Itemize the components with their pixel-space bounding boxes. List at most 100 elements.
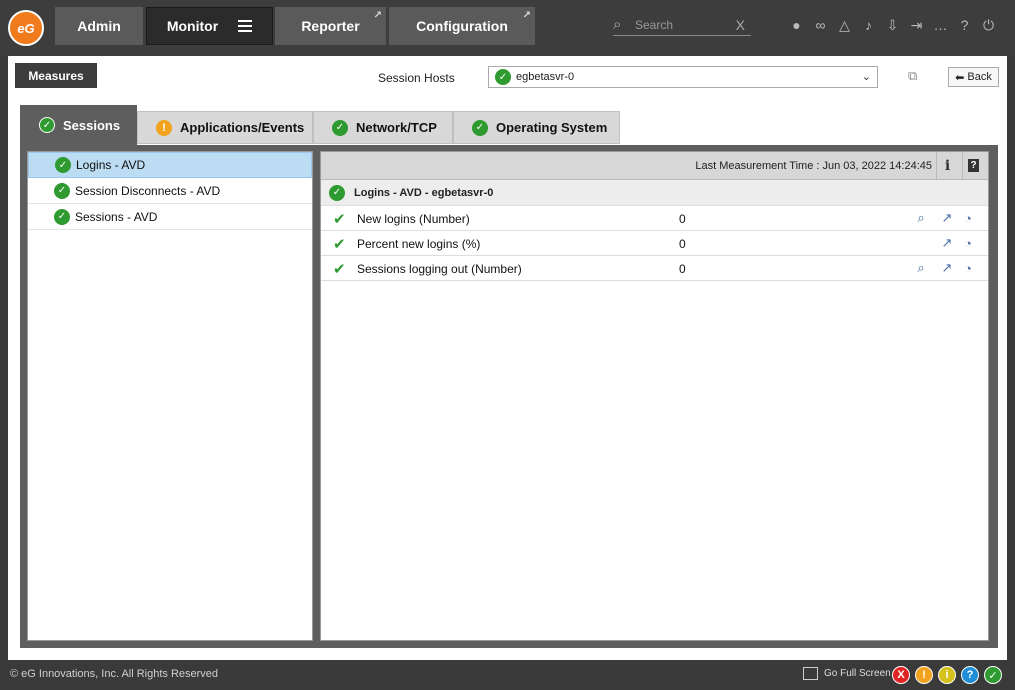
test-item-logins-avd[interactable]: ✓ Logins - AVD bbox=[28, 152, 312, 178]
ok-status-icon: ✓ bbox=[55, 157, 71, 173]
back-arrow-icon: ⬅ bbox=[955, 71, 965, 84]
session-hosts-label: Session Hosts bbox=[378, 71, 455, 85]
sign-in-icon[interactable]: ⇥ bbox=[908, 15, 925, 35]
more-icon[interactable]: … bbox=[932, 15, 949, 35]
measurement-group-header: ✓ Logins - AVD - egbetasvr-0 bbox=[321, 180, 988, 206]
alerts-icon[interactable]: △ bbox=[836, 15, 853, 35]
nav-tab-reporter[interactable]: Reporter ↗ bbox=[275, 7, 386, 45]
history-icon[interactable]: ◔ bbox=[960, 235, 976, 251]
tab-sessions-label: Sessions bbox=[63, 117, 121, 133]
nav-tab-configuration-label: Configuration bbox=[416, 18, 508, 34]
alarm-status-icons: X ! i ? ✓ bbox=[892, 666, 1002, 684]
measure-graph-icon[interactable]: ↗ bbox=[939, 210, 955, 226]
ok-status-icon: ✓ bbox=[332, 119, 348, 136]
critical-alarm-icon[interactable]: X bbox=[892, 666, 910, 684]
user-icon[interactable]: ● bbox=[788, 15, 805, 35]
test-item-session-disconnects-avd[interactable]: ✓ Session Disconnects - AVD bbox=[28, 178, 312, 204]
ok-status-icon: ✓ bbox=[54, 208, 70, 225]
measurement-group-title: Logins - AVD - egbetasvr-0 bbox=[354, 186, 494, 199]
help-icon[interactable]: ? bbox=[956, 15, 973, 35]
session-hosts-select[interactable]: ✓ egbetasvr-0 ⌄ bbox=[488, 66, 878, 88]
ok-status-icon: ✓ bbox=[329, 184, 345, 201]
search-input[interactable]: Search bbox=[631, 18, 736, 32]
ok-status-icon: ✓ bbox=[472, 119, 488, 136]
tab-operating-system[interactable]: ✓ Operating System bbox=[453, 111, 620, 144]
measure-graph-icon[interactable]: ↗ bbox=[939, 235, 955, 251]
tab-applications-events[interactable]: ! Applications/Events bbox=[137, 111, 313, 144]
measurement-value: 0 bbox=[679, 262, 686, 276]
help-icon-glyph: ? bbox=[968, 159, 979, 172]
bell-icon[interactable]: ♪ bbox=[860, 15, 877, 35]
footer: © eG Innovations, Inc. All Rights Reserv… bbox=[0, 660, 1015, 690]
tab-network-tcp[interactable]: ✓ Network/TCP bbox=[313, 111, 453, 144]
tab-sessions[interactable]: ✓ Sessions bbox=[20, 105, 137, 145]
tab-operating-system-label: Operating System bbox=[496, 120, 608, 135]
export-icon[interactable]: ⧉ bbox=[908, 68, 926, 86]
test-item-label: Sessions - AVD bbox=[75, 209, 158, 224]
test-item-sessions-avd[interactable]: ✓ Sessions - AVD bbox=[28, 204, 312, 230]
search-box[interactable]: ⌕ Search X bbox=[613, 14, 751, 36]
check-icon: ✔ bbox=[333, 236, 346, 253]
measurement-row: ✔ New logins (Number) 0 ⌕ ↗ ◔ bbox=[321, 206, 988, 231]
major-alarm-icon[interactable]: ! bbox=[915, 666, 933, 684]
top-navigation: eG Admin Monitor Reporter ↗ Configuratio… bbox=[0, 0, 1015, 56]
power-icon[interactable]: ⏻ bbox=[980, 15, 997, 35]
detailed-diagnosis-icon[interactable]: ⌕ bbox=[913, 260, 929, 276]
clear-search-icon[interactable]: X bbox=[736, 17, 751, 33]
download-icon[interactable]: ⇩ bbox=[884, 15, 901, 35]
ok-status-icon: ✓ bbox=[39, 117, 55, 133]
history-icon[interactable]: ◔ bbox=[960, 210, 976, 226]
main-content: Measures Session Hosts ✓ egbetasvr-0 ⌄ ⧉… bbox=[8, 56, 1007, 660]
fullscreen-label: Go Full Screen bbox=[824, 668, 891, 679]
measurements-pane: Last Measurement Time : Jun 03, 2022 14:… bbox=[320, 151, 989, 641]
tab-network-tcp-label: Network/TCP bbox=[356, 120, 437, 135]
back-label: Back bbox=[967, 71, 992, 83]
measurement-name: New logins (Number) bbox=[357, 212, 470, 226]
nav-tab-configuration[interactable]: Configuration ↗ bbox=[389, 7, 535, 45]
nav-tab-admin-label: Admin bbox=[77, 18, 121, 34]
back-button[interactable]: ⬅ Back bbox=[948, 67, 999, 87]
warning-status-icon: ! bbox=[156, 119, 172, 136]
tab-applications-events-label: Applications/Events bbox=[180, 120, 305, 135]
measure-graph-icon[interactable]: ↗ bbox=[939, 260, 955, 276]
unknown-alarm-icon[interactable]: ? bbox=[961, 666, 979, 684]
link-icon[interactable]: ∞ bbox=[812, 15, 829, 35]
detailed-diagnosis-icon[interactable]: ⌕ bbox=[913, 210, 929, 226]
normal-alarm-icon[interactable]: ✓ bbox=[984, 666, 1002, 684]
measurement-value: 0 bbox=[679, 212, 686, 226]
external-link-icon: ↗ bbox=[373, 10, 382, 21]
ok-status-icon: ✓ bbox=[54, 182, 70, 199]
minor-alarm-icon[interactable]: i bbox=[938, 666, 956, 684]
nav-tab-reporter-label: Reporter bbox=[301, 18, 360, 34]
menu-icon[interactable] bbox=[238, 20, 253, 32]
last-measurement-time: Last Measurement Time : Jun 03, 2022 14:… bbox=[695, 160, 932, 172]
history-icon[interactable]: ◔ bbox=[960, 260, 976, 276]
copyright: © eG Innovations, Inc. All Rights Reserv… bbox=[10, 668, 219, 680]
ok-status-icon: ✓ bbox=[495, 69, 511, 85]
go-full-screen-button[interactable]: Go Full Screen bbox=[803, 667, 891, 680]
check-icon: ✔ bbox=[333, 261, 346, 278]
check-icon: ✔ bbox=[333, 211, 346, 228]
measurement-row: ✔ Percent new logins (%) 0 ↗ ◔ bbox=[321, 231, 988, 256]
measurement-name: Sessions logging out (Number) bbox=[357, 262, 522, 276]
nav-tab-monitor[interactable]: Monitor bbox=[146, 7, 273, 45]
eg-logo[interactable]: eG bbox=[8, 10, 44, 46]
nav-tab-monitor-label: Monitor bbox=[166, 18, 219, 34]
measurements-header: Last Measurement Time : Jun 03, 2022 14:… bbox=[321, 152, 988, 180]
help-icon[interactable]: ? bbox=[962, 152, 984, 179]
chevron-down-icon: ⌄ bbox=[861, 71, 871, 83]
search-icon: ⌕ bbox=[613, 16, 622, 33]
tab-panel: ✓ Logins - AVD ✓ Session Disconnects - A… bbox=[20, 145, 998, 648]
info-icon[interactable]: i bbox=[936, 152, 958, 179]
measurement-name: Percent new logins (%) bbox=[357, 237, 481, 251]
measurement-value: 0 bbox=[679, 237, 686, 251]
test-item-label: Logins - AVD bbox=[76, 158, 146, 172]
nav-tab-admin[interactable]: Admin bbox=[55, 7, 143, 45]
selected-host: egbetasvr-0 bbox=[516, 71, 575, 83]
test-list: ✓ Logins - AVD ✓ Session Disconnects - A… bbox=[27, 151, 313, 641]
external-link-icon: ↗ bbox=[522, 10, 531, 21]
header-tools: ● ∞ △ ♪ ⇩ ⇥ … ? ⏻ bbox=[788, 15, 997, 35]
test-item-label: Session Disconnects - AVD bbox=[75, 183, 221, 198]
fullscreen-icon bbox=[803, 667, 818, 680]
measurement-row: ✔ Sessions logging out (Number) 0 ⌕ ↗ ◔ bbox=[321, 256, 988, 281]
